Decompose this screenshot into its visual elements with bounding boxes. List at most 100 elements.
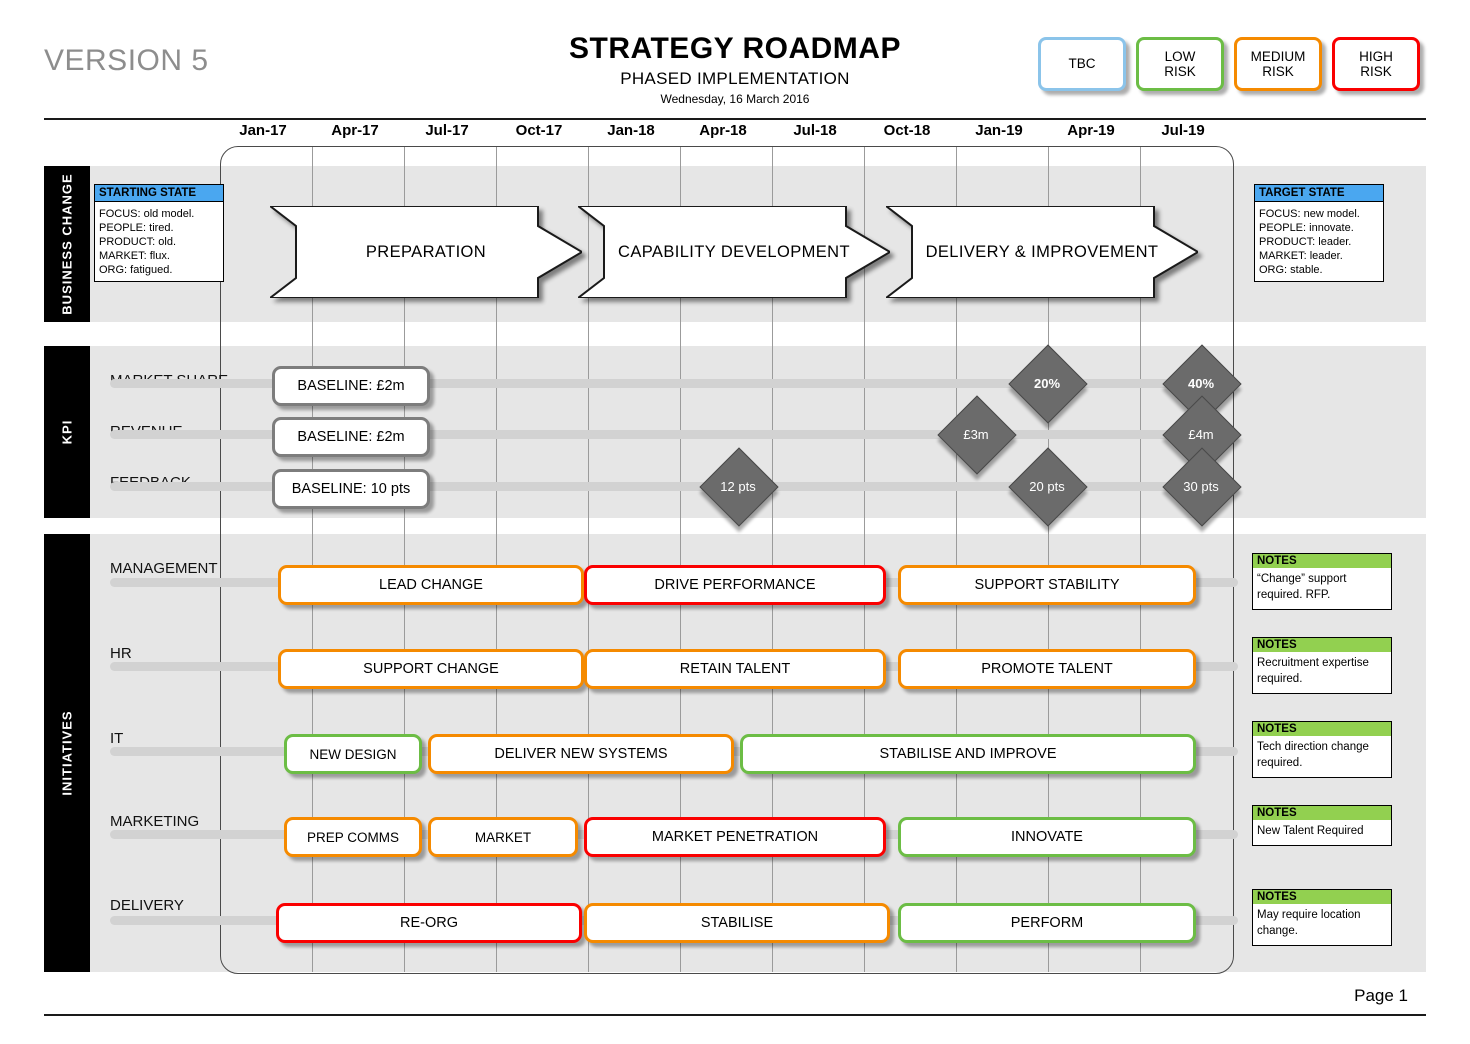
timeline-tick-apr-19: Apr-19: [1067, 122, 1115, 139]
target-state-line: PRODUCT: leader.: [1259, 236, 1352, 249]
starting-state-line: MARKET: flux.: [99, 250, 170, 263]
kpi-baseline-pill[interactable]: BASELINE: £2m: [272, 417, 430, 457]
initiative-pill[interactable]: NEW DESIGN: [284, 734, 422, 774]
notes-text: Tech direction change required.: [1257, 741, 1369, 769]
timeline-axis: Jan-17 Apr-17 Jul-17 Oct-17 Jan-18 Apr-18 Jul-…: [0, 122, 1470, 144]
target-state-lines: FOCUS: new model. PEOPLE: innovate. PRODUC…: [1255, 202, 1383, 281]
version-label: VERSION 5: [44, 44, 209, 77]
initiative-pill[interactable]: RE-ORG: [276, 903, 582, 943]
kpi-baseline-pill[interactable]: BASELINE: 10 pts: [272, 469, 430, 509]
section-label-kpi-text: KPI: [59, 419, 75, 445]
initiative-row-label: DELIVERY: [110, 897, 184, 914]
page-number: Page 1: [1354, 986, 1408, 1005]
notes-box: NOTES New Talent Required: [1252, 805, 1392, 846]
phase-arrow: CAPABILITY DEVELOPMENT: [578, 206, 890, 298]
notes-box: NOTES Tech direction change required.: [1252, 721, 1392, 778]
timeline-tick-jul-17: Jul-17: [425, 122, 469, 139]
notes-text: May require location change.: [1257, 909, 1361, 937]
risk-legend: TBC LOW RISK MEDIUM RISK HIGH RISK: [1038, 37, 1420, 91]
initiative-pill[interactable]: SUPPORT STABILITY: [898, 565, 1196, 605]
initiative-row-label: HR: [110, 645, 132, 662]
target-state-line: PEOPLE: innovate.: [1259, 222, 1354, 235]
target-state-title: TARGET STATE: [1255, 185, 1383, 202]
timeline-tick-jan-18: Jan-18: [607, 122, 655, 139]
initiative-row-label: IT: [110, 730, 124, 747]
notes-title: NOTES: [1253, 806, 1391, 820]
phase-arrow-label: DELIVERY & IMPROVEMENT: [925, 242, 1159, 261]
initiative-pill[interactable]: LEAD CHANGE: [278, 565, 584, 605]
timeline-tick-jul-19: Jul-19: [1161, 122, 1205, 139]
section-label-business-change: BUSINESS CHANGE: [44, 166, 90, 322]
timeline-tick-jul-18: Jul-18: [793, 122, 837, 139]
legend-item-low-risk[interactable]: LOW RISK: [1136, 37, 1224, 91]
starting-state-title: STARTING STATE: [95, 185, 223, 202]
initiative-pill[interactable]: PREP COMMS: [284, 817, 422, 857]
initiative-pill[interactable]: MARKET PENETRATION: [584, 817, 886, 857]
legend-high-line1: HIGH: [1359, 48, 1393, 64]
notes-box: NOTES Recruitment expertise required.: [1252, 637, 1392, 694]
timeline-tick-jan-19: Jan-19: [975, 122, 1023, 139]
initiative-pill[interactable]: DELIVER NEW SYSTEMS: [428, 734, 734, 774]
starting-state-line: PRODUCT: old.: [99, 236, 177, 249]
phase-arrow: DELIVERY & IMPROVEMENT: [886, 206, 1198, 298]
initiative-row-label: MARKETING: [110, 813, 200, 830]
page-date: Wednesday, 16 March 2016: [660, 92, 810, 106]
header-divider: [44, 118, 1426, 120]
legend-high-line2: RISK: [1360, 64, 1392, 79]
kpi-milestone-label: 30 pts: [1183, 478, 1219, 494]
initiative-pill[interactable]: DRIVE PERFORMANCE: [584, 565, 886, 605]
initiative-pill[interactable]: INNOVATE: [898, 817, 1196, 857]
initiative-pill[interactable]: STABILISE AND IMPROVE: [740, 734, 1196, 774]
timeline-tick-apr-17: Apr-17: [331, 122, 379, 139]
starting-state-line: PEOPLE: tired.: [99, 222, 174, 235]
initiative-row-label: MANAGEMENT: [110, 560, 218, 577]
notes-title: NOTES: [1253, 890, 1391, 904]
kpi-milestone-diamond[interactable]: 12 pts: [699, 447, 779, 527]
target-state-line: FOCUS: new model.: [1259, 208, 1360, 220]
timeline-tick-oct-18: Oct-18: [883, 122, 931, 139]
notes-text: Recruitment expertise required.: [1257, 657, 1369, 685]
legend-label-low-risk: LOW RISK: [1164, 49, 1196, 79]
section-label-kpi: KPI: [44, 346, 90, 518]
notes-title: NOTES: [1253, 722, 1391, 736]
legend-item-high-risk[interactable]: HIGH RISK: [1332, 37, 1420, 91]
starting-state-box: STARTING STATE FOCUS: old model. PEOPLE: …: [94, 184, 224, 283]
kpi-milestone-label: 12 pts: [720, 478, 756, 494]
roadmap-page: VERSION 5 STRATEGY ROADMAP PHASED IMPLEM…: [0, 0, 1470, 1044]
legend-item-medium-risk[interactable]: MEDIUM RISK: [1234, 37, 1322, 91]
kpi-milestone-diamond[interactable]: 30 pts: [1162, 447, 1242, 527]
initiative-pill[interactable]: PERFORM: [898, 903, 1196, 943]
starting-state-line: FOCUS: old model.: [99, 208, 195, 220]
phase-arrow-label: CAPABILITY DEVELOPMENT: [618, 242, 850, 261]
initiative-pill[interactable]: MARKET: [428, 817, 578, 857]
kpi-baseline-pill[interactable]: BASELINE: £2m: [272, 366, 430, 406]
kpi-milestone-diamond[interactable]: £3m: [937, 395, 1017, 475]
phase-arrow-label: PREPARATION: [365, 242, 487, 261]
legend-med-line1: MEDIUM: [1250, 48, 1306, 64]
notes-title: NOTES: [1253, 638, 1391, 652]
kpi-milestone-label: 20%: [1033, 375, 1061, 391]
legend-low-line1: LOW: [1164, 48, 1196, 64]
notes-box: NOTES “Change” support required. RFP.: [1252, 553, 1392, 610]
target-state-line: MARKET: leader.: [1259, 250, 1343, 263]
target-state-line: ORG: stable.: [1259, 264, 1323, 277]
kpi-milestone-label: 20 pts: [1029, 478, 1065, 494]
initiative-pill[interactable]: RETAIN TALENT: [584, 649, 886, 689]
timeline-tick-jan-17: Jan-17: [239, 122, 287, 139]
kpi-milestone-diamond[interactable]: 20%: [1008, 344, 1088, 424]
initiative-pill[interactable]: STABILISE: [584, 903, 890, 943]
legend-item-tbc[interactable]: TBC: [1038, 37, 1126, 91]
kpi-milestone-diamond[interactable]: 20 pts: [1008, 447, 1088, 527]
initiative-pill[interactable]: SUPPORT CHANGE: [278, 649, 584, 689]
legend-label-medium-risk: MEDIUM RISK: [1251, 49, 1306, 79]
kpi-milestone-label: £3m: [963, 426, 989, 442]
footer-divider: [44, 1014, 1426, 1016]
notes-box: NOTES May require location change.: [1252, 889, 1392, 946]
initiative-pill[interactable]: PROMOTE TALENT: [898, 649, 1196, 689]
phase-arrow: PREPARATION: [270, 206, 582, 298]
legend-med-line2: RISK: [1262, 64, 1294, 79]
timeline-tick-apr-18: Apr-18: [699, 122, 747, 139]
starting-state-line: ORG: fatigued.: [99, 264, 173, 277]
legend-label-high-risk: HIGH RISK: [1359, 49, 1393, 79]
timeline-tick-oct-17: Oct-17: [515, 122, 563, 139]
